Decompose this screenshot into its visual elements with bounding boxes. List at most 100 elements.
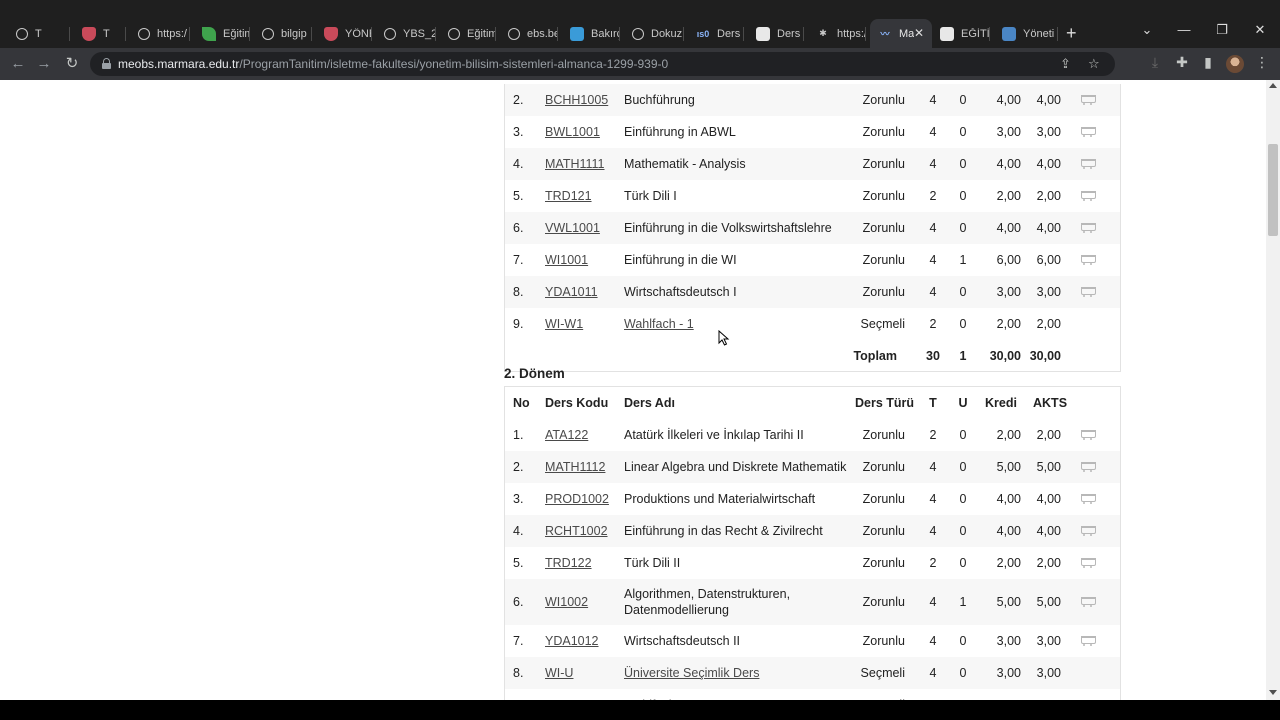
browser-tab[interactable]: bilgip — [254, 19, 312, 48]
profile-avatar[interactable] — [1226, 55, 1244, 73]
ects-value: 4,00 — [1036, 157, 1061, 171]
course-type: Zorunlu — [862, 524, 905, 538]
basket-icon[interactable] — [1080, 557, 1098, 569]
browser-tab[interactable]: YÖNE — [316, 19, 372, 48]
tab-title: bilgip — [281, 27, 307, 40]
browser-tab[interactable]: https:/ — [130, 19, 190, 48]
tab-title: Eğitim — [467, 27, 496, 40]
browser-tab[interactable]: ebs.be — [500, 19, 558, 48]
basket-icon[interactable] — [1080, 429, 1098, 441]
course-type: Zorunlu — [862, 253, 905, 267]
side-panel-icon[interactable]: ▮ — [1199, 54, 1217, 71]
row-number: 8. — [513, 285, 524, 299]
theory-hours: 4 — [929, 125, 937, 139]
course-code-link[interactable]: WI1001 — [545, 253, 588, 267]
extensions-puzzle-icon[interactable]: ✚ — [1173, 54, 1191, 71]
semester-2-title: 2. Dönem — [504, 366, 565, 381]
new-tab-button[interactable]: + — [1066, 24, 1082, 44]
ects-value: 4,00 — [1036, 221, 1061, 235]
close-tab-icon[interactable]: ✕ — [914, 26, 924, 40]
browser-tab[interactable]: T — [74, 19, 126, 48]
bookmark-star-icon[interactable]: ☆ — [1088, 56, 1100, 72]
course-code-link[interactable]: VWL1001 — [545, 221, 600, 235]
course-code-link[interactable]: PROD1002 — [545, 492, 609, 506]
share-icon[interactable]: ⇪ — [1060, 56, 1071, 72]
doc-icon — [940, 26, 954, 41]
course-code-link[interactable]: ATA122 — [545, 428, 588, 442]
browser-tab[interactable]: ıs0 Ders I — [688, 19, 744, 48]
url-text[interactable]: meobs.marmara.edu.tr/ProgramTanitim/isle… — [118, 57, 668, 71]
header-u: U — [958, 396, 968, 410]
course-code-link[interactable]: WI1002 — [545, 595, 588, 609]
browser-tab[interactable]: Ders P — [748, 19, 804, 48]
course-code-link[interactable]: WI-U — [545, 666, 573, 680]
browser-tab[interactable]: Yöneti — [994, 19, 1058, 48]
basket-icon[interactable] — [1080, 286, 1098, 298]
table-row: 9.WI-W2Wahlfach - 2Seçmeli202,002,00 — [505, 689, 1120, 700]
course-code-link[interactable]: YDA1011 — [545, 285, 598, 299]
row-number: 2. — [513, 460, 524, 474]
basket-icon[interactable] — [1080, 493, 1098, 505]
maximize-button[interactable]: ❐ — [1212, 22, 1232, 38]
row-number: 3. — [513, 492, 524, 506]
basket-icon[interactable] — [1080, 461, 1098, 473]
browser-tab[interactable]: T — [8, 19, 70, 48]
practice-hours: 1 — [959, 253, 967, 267]
menu-kebab-icon[interactable]: ⋮ — [1253, 54, 1271, 71]
table-row: 6. VWL1001 Einführung in die Volkswirtshaf… — [505, 212, 1120, 244]
basket-icon[interactable] — [1080, 94, 1098, 106]
total-label: Toplam — [853, 348, 897, 363]
basket-icon[interactable] — [1080, 254, 1098, 266]
browser-tab[interactable]: Dokuz — [624, 19, 684, 48]
back-button[interactable]: ← — [8, 54, 28, 74]
forward-button[interactable]: → — [34, 54, 54, 74]
scroll-down-icon[interactable] — [1269, 690, 1277, 695]
tab-search-button[interactable]: ⌄ — [1137, 22, 1157, 38]
minimize-button[interactable]: — — [1174, 22, 1194, 37]
course-code-link[interactable]: TRD122 — [545, 556, 592, 570]
course-code-link[interactable]: RCHT1002 — [545, 524, 608, 538]
basket-icon[interactable] — [1080, 222, 1098, 234]
course-code-link[interactable]: TRD121 — [545, 189, 592, 203]
course-code-link[interactable]: MATH1112 — [545, 460, 605, 474]
basket-icon[interactable] — [1080, 190, 1098, 202]
scroll-up-icon[interactable] — [1269, 83, 1277, 88]
course-code-link[interactable]: BCHH1005 — [545, 93, 608, 107]
browser-tab[interactable]: Eğitim — [194, 19, 250, 48]
tab-title: YÖNE — [345, 27, 372, 40]
table-row: 7. WI1001 Einführung in die WI Zorunlu 4 1 6,0… — [505, 244, 1120, 276]
ects-value: 5,00 — [1036, 460, 1061, 474]
scrollbar-thumb[interactable] — [1268, 144, 1278, 236]
course-code-link[interactable]: MATH1111 — [545, 157, 605, 171]
basket-icon[interactable] — [1080, 158, 1098, 170]
ects-value: 5,00 — [1036, 595, 1061, 609]
browser-tab[interactable]: ✱ https:/ — [808, 19, 866, 48]
browser-toolbar: ← → ↻ meobs.marmara.edu.tr/ProgramTaniti… — [0, 48, 1280, 80]
course-name-link[interactable]: Üniversite Seçimlik Ders — [624, 666, 759, 680]
credit-value: 2,00 — [996, 317, 1021, 331]
course-code-link[interactable]: BWL1001 — [545, 125, 600, 139]
browser-tab[interactable]: 〰 Ma ✕ — [870, 19, 932, 48]
total-credit: 30,00 — [989, 348, 1021, 363]
course-code-link[interactable]: WI-W1 — [545, 317, 583, 331]
browser-tab[interactable]: EĞİTİN — [932, 19, 990, 48]
row-number: 2. — [513, 93, 524, 107]
browser-tab[interactable]: Bakırç — [562, 19, 620, 48]
basket-icon[interactable] — [1080, 635, 1098, 647]
lock-icon — [102, 58, 111, 69]
reload-button[interactable]: ↻ — [62, 54, 82, 74]
address-bar[interactable]: meobs.marmara.edu.tr/ProgramTanitim/isle… — [90, 52, 1115, 76]
basket-icon[interactable] — [1080, 525, 1098, 537]
row-number: 7. — [513, 634, 524, 648]
mouse-cursor-icon — [718, 330, 730, 346]
basket-icon[interactable] — [1080, 126, 1098, 138]
download-icon[interactable]: ⤓ — [1146, 54, 1164, 71]
credit-value: 2,00 — [996, 189, 1021, 203]
close-window-button[interactable]: ✕ — [1250, 22, 1270, 38]
course-code-link[interactable]: YDA1012 — [545, 634, 599, 648]
browser-tab[interactable]: YBS_2 — [376, 19, 436, 48]
page-scrollbar[interactable] — [1266, 80, 1280, 700]
course-name-link[interactable]: Wahlfach - 1 — [624, 317, 694, 331]
browser-tab[interactable]: Eğitim — [440, 19, 496, 48]
basket-icon[interactable] — [1080, 596, 1098, 608]
